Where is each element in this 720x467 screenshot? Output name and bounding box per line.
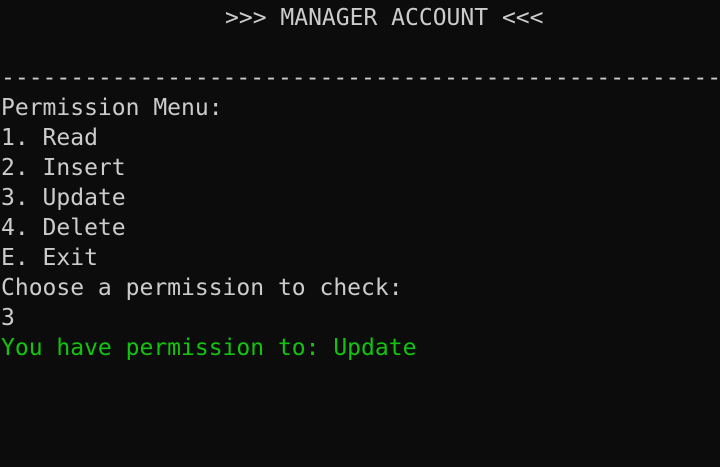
user-input[interactable]: 3 — [1, 303, 15, 333]
menu-item-delete: 4. Delete — [1, 215, 126, 241]
menu-item-insert: 2. Insert — [1, 155, 126, 181]
permission-prompt: Choose a permission to check: — [1, 275, 403, 301]
separator-line: ----------------------------------------… — [1, 65, 720, 91]
result-message: You have permission to: Update — [1, 335, 417, 361]
menu-item-exit: E. Exit — [1, 245, 98, 271]
menu-item-read: 1. Read — [1, 125, 98, 151]
menu-item-update: 3. Update — [1, 185, 126, 211]
account-header: >>> MANAGER ACCOUNT <<< — [225, 5, 544, 31]
terminal-window[interactable]: >>> MANAGER ACCOUNT <<< ----------------… — [0, 0, 720, 467]
menu-title: Permission Menu: — [1, 95, 223, 121]
